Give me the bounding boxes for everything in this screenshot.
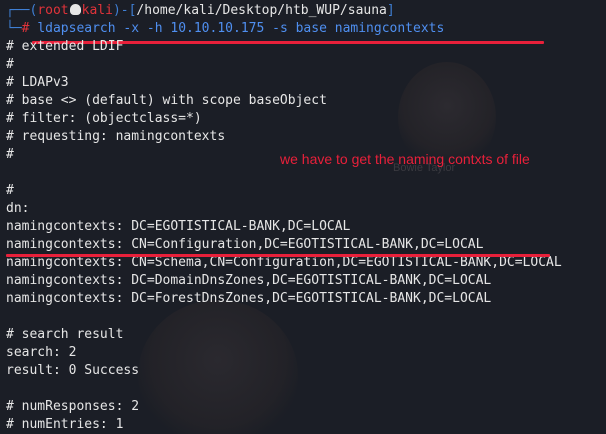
output-line: # filter: (objectclass=*) <box>6 111 202 126</box>
output-line: # <box>6 57 14 72</box>
annotation-underline <box>6 254 550 257</box>
prompt-user: root <box>37 3 69 18</box>
output-line: # LDAPv3 <box>6 75 69 90</box>
command-line[interactable]: └─# ldapsearch -x -h 10.10.10.175 -s bas… <box>6 20 444 38</box>
prompt-hash: # <box>21 21 38 36</box>
annotation-text: we have to get the naming contxts of fil… <box>280 151 530 167</box>
prompt-paren: ) <box>112 3 121 18</box>
output-line: # base <> (default) with scope baseObjec… <box>6 93 327 108</box>
output-line: namingcontexts: DC=ForestDnsZones,DC=EGO… <box>6 291 492 306</box>
output-line: # numEntries: 1 <box>6 417 124 432</box>
prompt-host: kali <box>81 3 113 18</box>
output-line: # extended LDIF <box>6 39 124 54</box>
output-line: # requesting: namingcontexts <box>6 129 226 144</box>
prompt-path: /home/kali/Desktop/htb_WUP/sauna <box>136 3 387 18</box>
output-line: # numResponses: 2 <box>6 399 140 414</box>
output-line: namingcontexts: DC=EGOTISTICAL-BANK,DC=L… <box>6 219 351 234</box>
output-line: # <box>6 183 14 198</box>
output-line: # <box>6 147 14 162</box>
prompt-dash: -[ <box>120 3 137 18</box>
skull-icon <box>69 4 81 15</box>
output-line: # search result <box>6 327 124 342</box>
output-line: result: 0 Success <box>6 363 140 378</box>
prompt-line: ┌──(root kali)-[/home/kali/Desktop/htb_WU… <box>6 2 395 20</box>
command-name: ldapsearch <box>37 21 116 36</box>
prompt-corner: └─ <box>6 21 22 36</box>
prompt-bracket: ] <box>386 3 395 18</box>
output-line: namingcontexts: DC=DomainDnsZones,DC=EGO… <box>6 273 492 288</box>
terminal-window[interactable]: Bowie Taylor ┌──(root kali)-[/home/kali/D… <box>0 0 606 434</box>
output-line: namingcontexts: CN=Configuration,DC=EGOT… <box>6 237 484 252</box>
command-args: -x -h 10.10.10.175 -s base namingcontext… <box>115 21 445 36</box>
output-line: dn: <box>6 201 30 216</box>
output-line: search: 2 <box>6 345 77 360</box>
background-portrait <box>138 300 298 434</box>
prompt-corner: ┌── <box>6 3 30 18</box>
